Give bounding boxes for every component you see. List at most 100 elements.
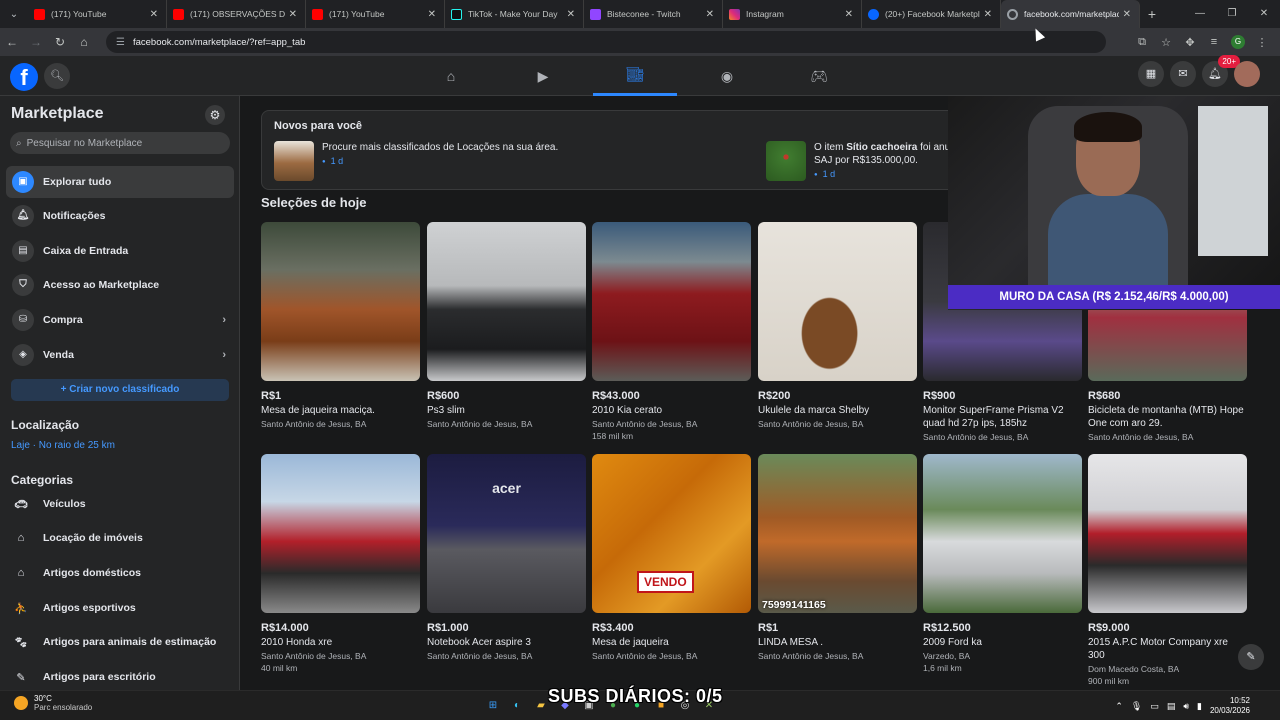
groups-nav-icon[interactable]: ◉ [685,56,769,96]
listing-card[interactable]: R$9.000 2015 A.P.C Motor Company xre 300… [1088,454,1247,686]
listing-location: Santo Antônio de Jesus, BA [758,419,864,429]
edge-icon[interactable]: ◐ [508,697,526,715]
battery-icon[interactable]: ▮ [1197,701,1202,712]
browser-menu-icon[interactable]: ⋮ [1250,36,1274,49]
facebook-logo[interactable]: f [10,63,38,91]
browser-tab[interactable]: (171) YouTube ✕ [28,0,167,28]
browser-tab[interactable]: (171) YouTube ✕ [306,0,445,28]
sidebar-item-inbox[interactable]: ▤ Caixa de Entrada [6,235,234,267]
listing-location: Santo Antônio de Jesus, BA [261,651,367,661]
sidebar-item-explorar[interactable]: ▣ Explorar tudo [6,166,234,198]
new-for-you-item[interactable]: Procure mais classificados de Locações n… [274,141,558,181]
location-value-link[interactable]: Laje · No raio de 25 km [11,440,115,451]
close-tab-icon[interactable]: ✕ [845,9,853,20]
reload-icon[interactable]: ↻ [48,35,72,49]
home-nav-icon[interactable]: ⌂ [409,56,493,96]
restore-icon[interactable]: ❐ [1216,0,1248,28]
sidebar-item-acesso[interactable]: ⛉ Acesso ao Marketplace [6,269,234,301]
listing-card[interactable]: R$43.000 2010 Kia cerato Santo Antônio d… [592,222,751,441]
browser-tab[interactable]: (20+) Facebook Marketplace ✕ [862,0,1001,28]
menu-grid-icon[interactable]: ▦ [1138,61,1164,87]
bookmark-star-icon[interactable]: ☆ [1154,36,1178,49]
sidebar-item-venda[interactable]: ◈ Venda › [6,339,234,371]
listing-title: Ukulele da marca Shelby [758,405,870,416]
weather-widget[interactable]: 30°C Parc ensolarado [14,694,92,712]
browser-tab[interactable]: TikTok - Make Your Day ✕ [445,0,584,28]
close-tab-icon[interactable]: ✕ [984,9,992,20]
sidebar-item-notificacoes[interactable]: 🔔︎ Notificações [6,200,234,232]
bell-icon: 🔔︎ [12,205,34,227]
media-icon[interactable]: ≡ [1202,36,1226,48]
new-tab-button[interactable]: + [1140,6,1164,22]
account-avatar[interactable] [1234,61,1260,87]
close-tab-icon[interactable]: ✕ [1123,9,1131,20]
close-window-icon[interactable]: ✕ [1248,0,1280,28]
browser-tab[interactable]: (171) OBSERVAÇÕES DIÁRIAS ✕ [167,0,306,28]
create-listing-button[interactable]: + Criar novo classificado [11,379,229,401]
category-domesticos[interactable]: ⌂ Artigos domésticos [11,558,236,588]
listing-image: VENDO [592,454,751,613]
video-nav-icon[interactable]: ▶ [501,56,585,96]
forward-icon[interactable]: → [24,35,48,49]
sidebar-item-compra[interactable]: ⛁ Compra › [6,304,234,336]
close-tab-icon[interactable]: ✕ [706,9,714,20]
browser-tab[interactable]: Bisteconee - Twitch ✕ [584,0,723,28]
listing-price: R$680 [1088,390,1121,402]
category-veiculos[interactable]: 🚗︎ Veículos [11,489,236,519]
messenger-icon[interactable]: ✉ [1170,61,1196,87]
extensions-icon[interactable]: ✥ [1178,36,1202,49]
car-icon: 🚗︎ [14,498,28,511]
listing-card[interactable]: acer R$1.000 Notebook Acer aspire 3 Sant… [427,454,586,661]
listing-card[interactable]: R$600 Ps3 slim Santo Antônio de Jesus, B… [427,222,586,429]
site-info-icon[interactable]: ☰ [116,37,125,48]
minimize-icon[interactable]: — [1184,0,1216,28]
category-escritorio[interactable]: ✎ Artigos para escritório [11,662,236,690]
listing-mileage: 40 mil km [261,663,298,673]
tab-search-icon[interactable]: ⌄ [0,0,28,28]
webcam-overlay [948,96,1280,310]
category-locacao[interactable]: ⌂ Locação de imóveis [11,523,236,553]
home-icon[interactable]: ⌂ [72,35,96,49]
settings-gear-icon[interactable]: ⚙ [205,105,225,125]
tray-chevron-icon[interactable]: ⌃ [1115,701,1123,712]
install-app-icon[interactable]: ⧉ [1130,36,1154,49]
category-esportivos[interactable]: ⛹ Artigos esportivos [11,593,236,623]
new-for-you-item[interactable]: O item Sítio cachoeira foi anun SAJ por R… [766,141,956,181]
url-bar[interactable]: ☰ facebook.com/marketplace/?ref=app_tab [106,31,1106,53]
listing-card[interactable]: R$1 Mesa de jaqueira maciça. Santo Antôn… [261,222,420,429]
gaming-nav-icon[interactable]: 🎮︎ [777,56,861,96]
category-animais[interactable]: 🐾︎ Artigos para animais de estimação [11,627,236,657]
search-icon[interactable]: 🔍︎ [44,63,70,89]
donation-goal-banner: MURO DA CASA (R$ 2.152,46/R$ 4.000,00) [948,285,1280,309]
listing-card[interactable]: R$12.500 2009 Ford ka Varzedo, BA 1,6 mi… [923,454,1082,673]
paw-icon: 🐾︎ [14,636,28,649]
listing-card[interactable]: 75999141165 R$1 LINDA MESA . Santo Antôn… [758,454,917,661]
browser-tab-active[interactable]: facebook.com/marketplace ✕ [1001,0,1140,28]
marketplace-search-input[interactable]: ⌕ Pesquisar no Marketplace [10,132,230,154]
browser-tab[interactable]: Instagram ✕ [723,0,862,28]
app-tray-icon[interactable]: ▭ [1150,701,1159,712]
close-tab-icon[interactable]: ✕ [289,9,297,20]
twitch-favicon-icon [590,8,601,20]
listing-card[interactable]: R$14.000 2010 Honda xre Santo Antônio de… [261,454,420,673]
listing-card[interactable]: R$200 Ukulele da marca Shelby Santo Antô… [758,222,917,429]
listing-location: Santo Antônio de Jesus, BA [592,651,698,661]
volume-icon[interactable]: 🔊︎ [1183,701,1189,712]
close-tab-icon[interactable]: ✕ [150,9,158,20]
compose-edit-icon[interactable]: ✎ [1238,644,1264,670]
listing-price: R$900 [923,390,956,402]
back-icon[interactable]: ← [0,35,24,49]
notifications-bell-icon[interactable]: 🔔︎ 20+ [1202,55,1240,87]
listing-card[interactable]: VENDO R$3.400 Mesa de jaqueira Santo Ant… [592,454,751,661]
profile-avatar[interactable]: G [1231,35,1245,49]
close-tab-icon[interactable]: ✕ [567,9,575,20]
clock[interactable]: 10:52 20/03/2026 [1210,696,1250,716]
marketplace-nav-icon[interactable]: 🏬︎ [593,56,677,96]
network-icon[interactable]: ▤ [1167,701,1176,712]
windows-start-icon[interactable]: ⊞ [484,697,502,715]
close-tab-icon[interactable]: ✕ [428,9,436,20]
listing-location: Santo Antônio de Jesus, BA [427,419,533,429]
mic-icon[interactable]: 🎙︎ [1131,701,1142,712]
sidebar-item-label: Acesso ao Marketplace [43,279,160,291]
category-label: Artigos para escritório [43,671,156,683]
